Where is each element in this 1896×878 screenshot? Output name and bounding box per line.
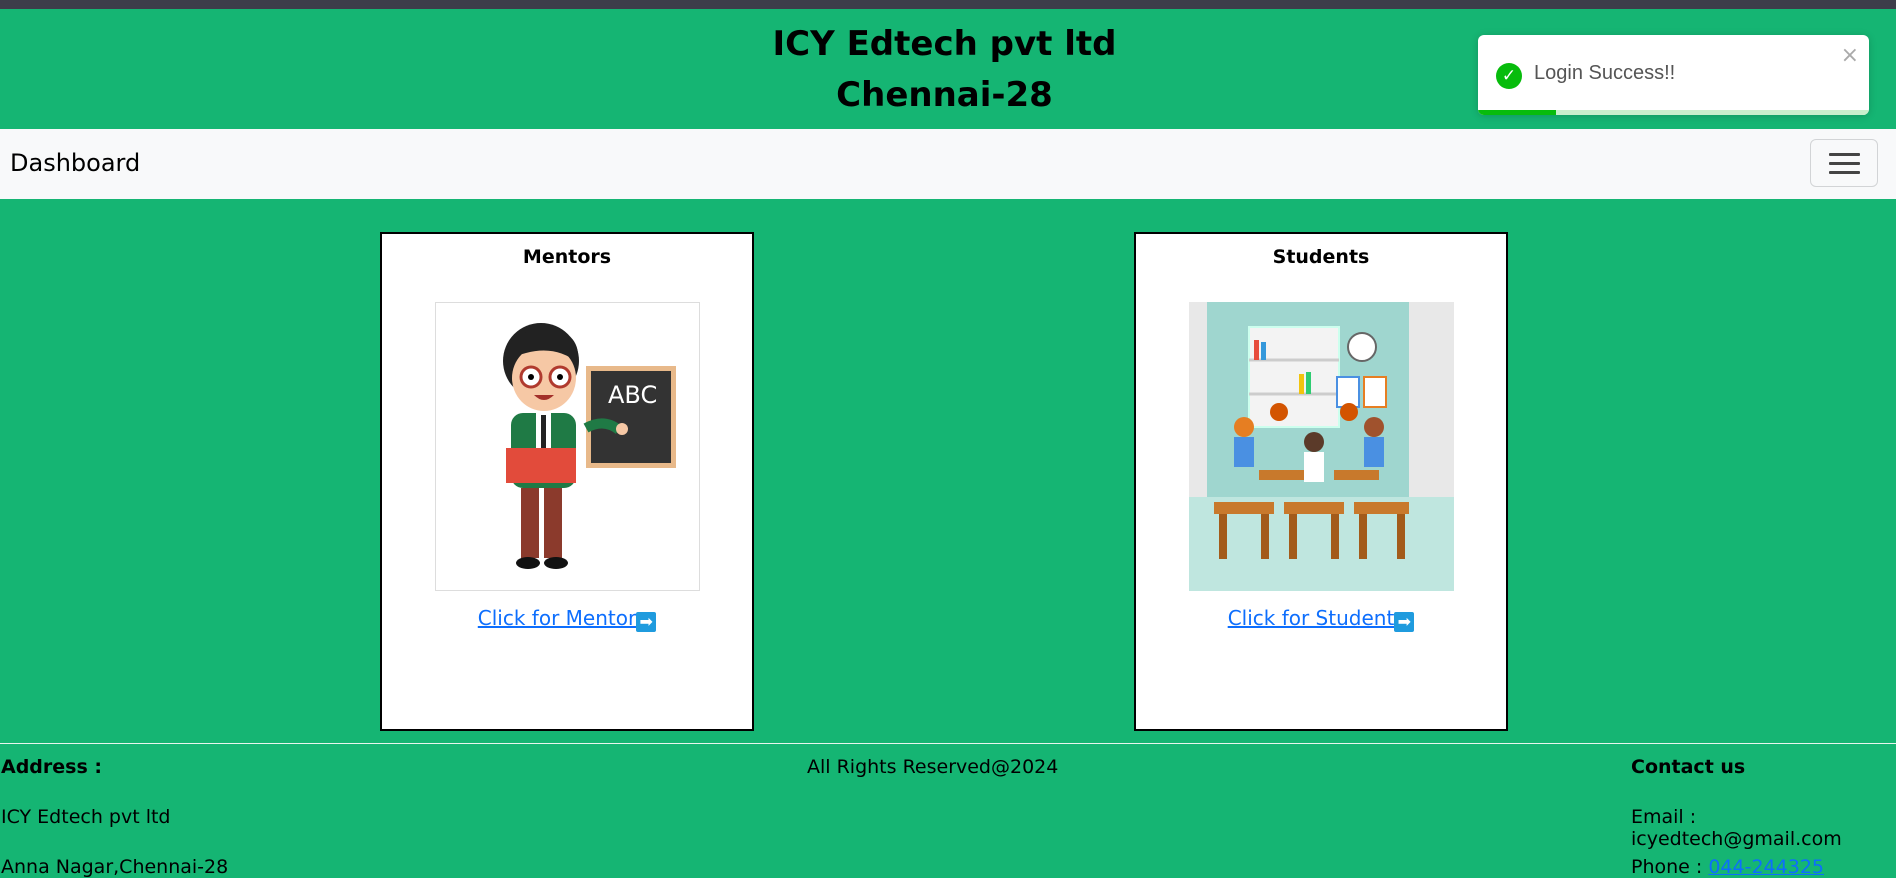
login-success-toast: ✓ Login Success!! × — [1478, 35, 1869, 115]
email-label: Email : — [1631, 806, 1697, 828]
copyright-text: All Rights Reserved@2024 — [807, 756, 1059, 778]
student-link-label[interactable]: Click for Student — [1228, 606, 1395, 630]
mentor-link-label[interactable]: Click for Mentor — [478, 606, 636, 630]
toast-message: Login Success!! — [1534, 62, 1676, 84]
contact-heading: Contact us — [1631, 756, 1746, 778]
close-icon[interactable]: × — [1841, 43, 1859, 68]
toast-progress-track — [1478, 110, 1869, 115]
student-link[interactable]: Click for Student ➡ — [1136, 606, 1506, 632]
svg-text:ABC: ABC — [608, 381, 657, 409]
address-line-1: ICY Edtech pvt ltd — [1, 806, 171, 828]
mentor-link[interactable]: Click for Mentor ➡ — [382, 606, 752, 632]
hamburger-menu-icon[interactable] — [1810, 139, 1878, 187]
arrow-right-icon: ➡ — [636, 612, 657, 632]
teacher-illustration: ABC — [435, 302, 700, 591]
address-heading: Address : — [1, 756, 102, 778]
classroom-illustration — [1189, 302, 1454, 591]
address-line-2: Anna Nagar,Chennai-28 — [1, 856, 229, 878]
students-card: Students Click for Student ➡ — [1134, 232, 1508, 731]
phone-row: Phone : 044-244325 — [1631, 856, 1824, 878]
mentors-card: Mentors ABC Click for Mentor ➡ — [380, 232, 754, 731]
phone-label: Phone : — [1631, 856, 1709, 878]
check-circle-icon: ✓ — [1496, 63, 1522, 89]
toast-progress-bar — [1478, 110, 1557, 115]
card-title: Students — [1272, 246, 1370, 268]
email-value: icyedtech@gmail.com — [1631, 828, 1842, 850]
navbar: Dashboard — [0, 129, 1896, 199]
phone-link[interactable]: 044-244325 — [1708, 856, 1824, 878]
navbar-brand[interactable]: Dashboard — [10, 149, 140, 177]
arrow-right-icon: ➡ — [1394, 612, 1415, 632]
email-row: Email : icyedtech@gmail.com — [1631, 806, 1896, 850]
top-strip — [0, 0, 1896, 9]
card-title: Mentors — [522, 246, 612, 268]
footer-divider — [0, 743, 1896, 744]
